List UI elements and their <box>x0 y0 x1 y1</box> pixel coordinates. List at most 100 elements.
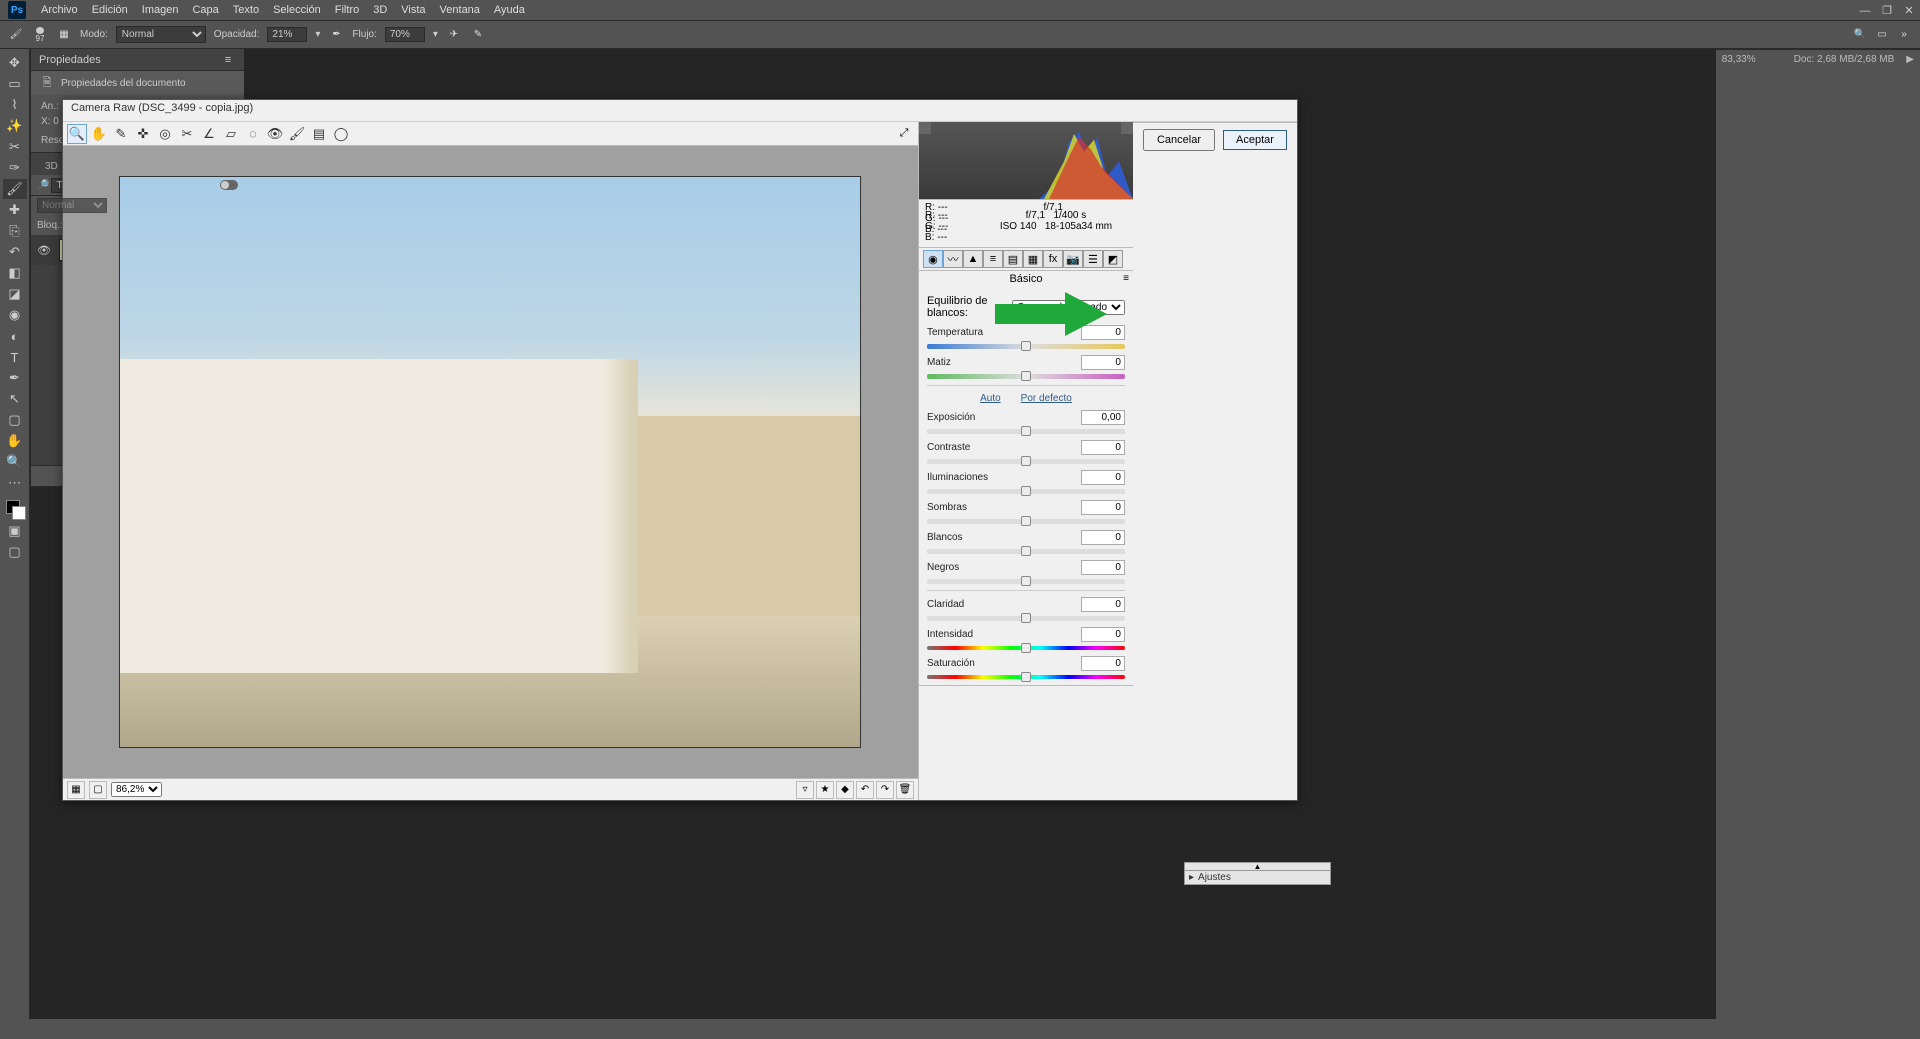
accept-button[interactable]: Aceptar <box>1223 130 1287 150</box>
status-zoom[interactable]: 83,33% <box>1722 54 1782 65</box>
single-view-icon[interactable]: ▢ <box>89 781 107 799</box>
history-brush-icon[interactable]: ↶ <box>3 242 27 262</box>
screenmode-icon[interactable]: ▢ <box>3 542 27 562</box>
chevron-down-icon[interactable]: ▾ <box>433 29 438 40</box>
highlights-slider[interactable] <box>927 489 1125 494</box>
auto-link[interactable]: Auto <box>980 393 1001 404</box>
menu-capa[interactable]: Capa <box>185 4 225 16</box>
graduated-filter-icon[interactable]: ▤ <box>309 124 329 144</box>
gradient-tool-icon[interactable]: ◪ <box>3 284 27 304</box>
menu-filtro[interactable]: Filtro <box>328 4 366 16</box>
tab-curve-icon[interactable]: 〰 <box>943 250 963 268</box>
magic-wand-tool-icon[interactable]: ✨ <box>3 116 27 136</box>
temperature-input[interactable] <box>1081 325 1125 340</box>
airbrush-icon[interactable]: ✈ <box>446 27 462 43</box>
flow-value[interactable]: 70% <box>385 27 425 42</box>
crop-tool-icon[interactable]: ✂ <box>177 124 197 144</box>
workspace-icon[interactable]: ▭ <box>1874 27 1890 43</box>
color-swatches[interactable] <box>4 498 26 520</box>
blend-mode-select[interactable]: Normal <box>116 26 206 43</box>
clarity-slider[interactable] <box>927 616 1125 621</box>
pen-tool-icon[interactable]: ✒ <box>3 368 27 388</box>
whites-input[interactable] <box>1081 530 1125 545</box>
pressure-size-icon[interactable]: ✎ <box>470 27 486 43</box>
whites-slider[interactable] <box>927 549 1125 554</box>
expand-icon[interactable]: » <box>1896 27 1912 43</box>
grid-view-icon[interactable]: ▦ <box>67 781 85 799</box>
opacity-value[interactable]: 21% <box>267 27 307 42</box>
pressure-opacity-icon[interactable]: ✒ <box>328 27 344 43</box>
layer-blend-select[interactable]: Normal <box>37 198 107 213</box>
chevron-down-icon[interactable]: ▾ <box>315 29 320 40</box>
path-select-icon[interactable]: ↖ <box>3 389 27 409</box>
tab-fx-icon[interactable]: fx <box>1043 250 1063 268</box>
stamp-tool-icon[interactable]: ⎘ <box>3 221 27 241</box>
tab-snapshots-icon[interactable]: ◩ <box>1103 250 1123 268</box>
hand-tool-icon[interactable]: ✋ <box>89 124 109 144</box>
tab-split-icon[interactable]: ▤ <box>1003 250 1023 268</box>
search-icon[interactable]: 🔍 <box>1852 27 1868 43</box>
window-minimize-icon[interactable]: — <box>1854 0 1876 21</box>
zoom-select[interactable]: 86,2% <box>111 782 162 797</box>
exposure-slider[interactable] <box>927 429 1125 434</box>
rotate-cw-icon[interactable]: ↷ <box>876 781 894 799</box>
vibrance-slider[interactable] <box>927 646 1125 650</box>
blacks-slider[interactable] <box>927 579 1125 584</box>
brush-tool-icon[interactable]: 🖌 <box>3 179 27 199</box>
menu-seleccion[interactable]: Selección <box>266 4 328 16</box>
clarity-input[interactable] <box>1081 597 1125 612</box>
crop-tool-icon[interactable]: ✂ <box>3 137 27 157</box>
tab-hsl-icon[interactable]: ≡ <box>983 250 1003 268</box>
delete-icon[interactable]: 🗑 <box>896 781 914 799</box>
hand-tool-icon[interactable]: ✋ <box>3 431 27 451</box>
type-tool-icon[interactable]: T <box>3 347 27 367</box>
lasso-tool-icon[interactable]: ⌇ <box>3 95 27 115</box>
rating-icon[interactable]: ★ <box>816 781 834 799</box>
menu-imagen[interactable]: Imagen <box>135 4 186 16</box>
label-icon[interactable]: ◆ <box>836 781 854 799</box>
spot-removal-icon[interactable]: ◌ <box>243 124 263 144</box>
saturation-input[interactable] <box>1081 656 1125 671</box>
fullscreen-icon[interactable]: ⤢ <box>894 124 914 144</box>
eyedropper-tool-icon[interactable]: ✑ <box>3 158 27 178</box>
tab-detail-icon[interactable]: ▲ <box>963 250 983 268</box>
filter-toggle[interactable] <box>220 180 238 190</box>
filter-icon[interactable]: ▿ <box>796 781 814 799</box>
move-tool-icon[interactable]: ✥ <box>3 53 27 73</box>
radial-filter-icon[interactable]: ◯ <box>331 124 351 144</box>
temperature-slider[interactable] <box>927 344 1125 349</box>
tab-camera-icon[interactable]: 📷 <box>1063 250 1083 268</box>
transform-tool-icon[interactable]: ▱ <box>221 124 241 144</box>
zoom-tool-icon[interactable]: 🔍 <box>67 124 87 144</box>
image-preview-area[interactable] <box>63 146 918 778</box>
straighten-tool-icon[interactable]: ∠ <box>199 124 219 144</box>
tab-lens-icon[interactable]: ▦ <box>1023 250 1043 268</box>
tint-slider[interactable] <box>927 374 1125 379</box>
visibility-icon[interactable]: 👁 <box>37 244 51 257</box>
menu-archivo[interactable]: Archivo <box>34 4 85 16</box>
quickmask-icon[interactable]: ▣ <box>3 521 27 541</box>
blacks-input[interactable] <box>1081 560 1125 575</box>
redeye-tool-icon[interactable]: 👁 <box>265 124 285 144</box>
tab-presets-icon[interactable]: ☰ <box>1083 250 1103 268</box>
healing-tool-icon[interactable]: ✚ <box>3 200 27 220</box>
saturation-slider[interactable] <box>927 675 1125 679</box>
menu-edicion[interactable]: Edición <box>85 4 135 16</box>
shadows-input[interactable] <box>1081 500 1125 515</box>
window-maximize-icon[interactable]: ❐ <box>1876 0 1898 21</box>
marquee-tool-icon[interactable]: ▭ <box>3 74 27 94</box>
brush-panel-icon[interactable]: ▦ <box>56 27 72 43</box>
white-balance-select[interactable]: Como se ha tomado <box>1012 300 1125 315</box>
blur-tool-icon[interactable]: ◉ <box>3 305 27 325</box>
menu-texto[interactable]: Texto <box>226 4 266 16</box>
menu-vista[interactable]: Vista <box>394 4 432 16</box>
contrast-slider[interactable] <box>927 459 1125 464</box>
window-close-icon[interactable]: ✕ <box>1898 0 1920 21</box>
tint-input[interactable] <box>1081 355 1125 370</box>
contrast-input[interactable] <box>1081 440 1125 455</box>
cancel-button[interactable]: Cancelar <box>1143 129 1215 151</box>
edit-toolbar-icon[interactable]: ⋯ <box>3 473 27 493</box>
menu-ventana[interactable]: Ventana <box>433 4 487 16</box>
color-sampler-icon[interactable]: ✜ <box>133 124 153 144</box>
panel-menu-icon[interactable]: ≡ <box>1123 273 1129 284</box>
